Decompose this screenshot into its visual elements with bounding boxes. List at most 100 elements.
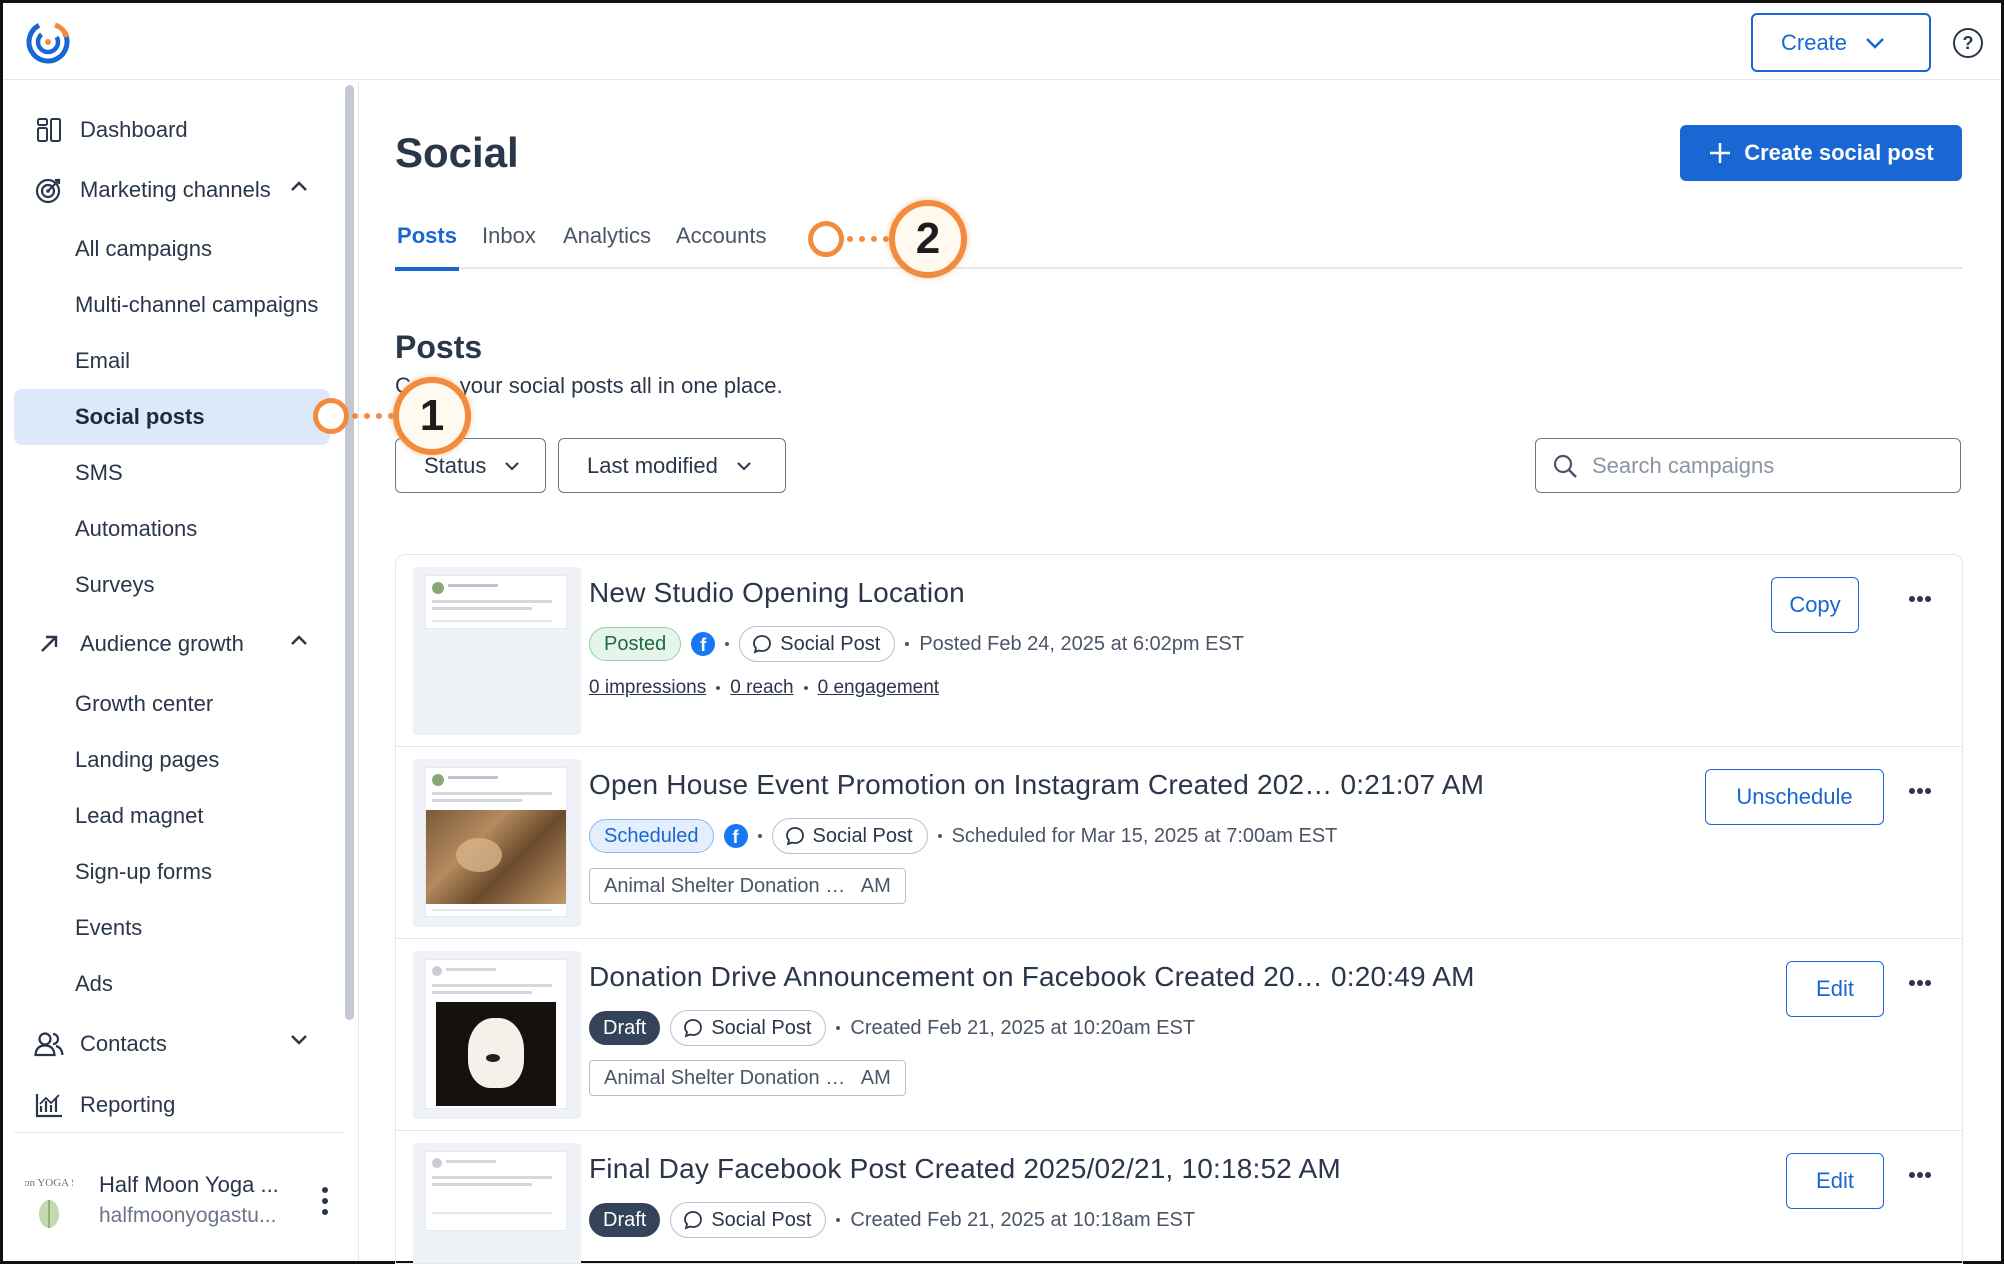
post-thumbnail [413,1143,581,1263]
chevron-down-icon [1866,37,1884,49]
sidebar-item-label: Surveys [75,572,155,597]
post-type-label: Social Post [812,824,913,847]
sidebar-item-automations[interactable]: Automations [14,501,330,557]
sidebar-scrollbar[interactable] [345,85,354,1020]
list-item[interactable]: Final Day Facebook Post Created 2025/02/… [396,1131,1962,1263]
sidebar-item-dashboard[interactable]: Dashboard [14,102,330,158]
chevron-down-icon [291,1035,307,1045]
help-icon[interactable]: ? [1953,28,1983,58]
last-modified-filter-dropdown[interactable]: Last modified [558,438,786,493]
sidebar-item-marketing-channels[interactable]: Marketing channels [14,162,330,218]
tab-label: Inbox [482,223,536,248]
tab-inbox[interactable]: Inbox [482,221,536,269]
tab-analytics[interactable]: Analytics [563,221,651,269]
button-label: Unschedule [1736,784,1853,809]
search-icon [1553,454,1577,478]
callout-marker-2 [808,221,844,257]
create-social-post-button[interactable]: Create social post [1680,125,1962,181]
tab-label: Posts [397,223,457,248]
sidebar-item-surveys[interactable]: Surveys [14,557,330,613]
app-logo-icon[interactable] [25,19,71,65]
list-item[interactable]: New Studio Opening Location Posted f Soc… [396,555,1962,747]
edit-button[interactable]: Edit [1786,1153,1884,1209]
copy-button[interactable]: Copy [1771,577,1859,633]
sidebar-item-all-campaigns[interactable]: All campaigns [14,221,330,277]
sidebar-item-ads[interactable]: Ads [14,956,330,1012]
sidebar-item-reporting[interactable]: Reporting [14,1077,330,1133]
tab-accounts[interactable]: Accounts [676,221,767,269]
sidebar-item-contacts[interactable]: Contacts [14,1016,330,1072]
separator-dot [836,1218,841,1222]
tab-posts[interactable]: Posts [395,221,459,271]
posts-list: New Studio Opening Location Posted f Soc… [395,554,1963,1264]
edit-button[interactable]: Edit [1786,961,1884,1017]
status-badge: Scheduled [589,819,714,853]
post-thumbnail [413,567,581,735]
separator-dot [716,686,721,690]
sidebar-item-label: Multi-channel campaigns [75,292,319,317]
sidebar-item-sms[interactable]: SMS [14,445,330,501]
contacts-icon [34,1029,64,1059]
create-dropdown-button[interactable]: Create [1751,13,1931,72]
post-meta: Scheduled f Social Post Scheduled for Ma… [589,817,1337,855]
post-title[interactable]: New Studio Opening Location [589,577,965,609]
chat-bubble-icon [753,635,772,654]
main-content: Social Create social post Posts Inbox An… [360,81,2001,1264]
post-type-label: Social Post [780,632,881,655]
callout-marker-1 [313,398,349,434]
list-item[interactable]: Open House Event Promotion on Instagram … [396,747,1962,939]
post-title[interactable]: Donation Drive Announcement on Facebook … [589,961,1475,993]
reach-link[interactable]: 0 reach [730,677,793,699]
post-thumbnail [413,759,581,927]
callout-connector-2 [847,236,889,242]
sidebar-item-lead-magnet[interactable]: Lead magnet [14,788,330,844]
sidebar-item-email[interactable]: Email [14,333,330,389]
post-meta: Draft Social Post Created Feb 21, 2025 a… [589,1009,1195,1047]
chat-bubble-icon [684,1211,703,1230]
account-name: Half Moon Yoga ... [99,1172,279,1197]
separator-dot [937,834,942,838]
post-date: Posted Feb 24, 2025 at 6:02pm EST [919,632,1244,655]
chevron-up-icon [291,635,307,645]
more-options-icon[interactable] [1908,1171,1932,1179]
impressions-link[interactable]: 0 impressions [589,677,706,699]
more-options-icon[interactable] [1908,979,1932,987]
chevron-down-icon [737,461,751,470]
search-input[interactable]: Search campaigns [1535,438,1961,493]
dashboard-icon [34,115,64,145]
chevron-down-icon [505,461,520,470]
more-options-icon[interactable] [1908,787,1932,795]
post-type-label: Social Post [711,1208,812,1231]
sidebar-item-sign-up-forms[interactable]: Sign-up forms [14,844,330,900]
list-item[interactable]: Donation Drive Announcement on Facebook … [396,939,1962,1131]
account-switcher[interactable]: Half Moon YOGA STUDIO Half Moon Yoga ...… [25,1158,345,1248]
sidebar-item-label: Contacts [80,1031,167,1056]
kebab-menu-icon[interactable] [321,1186,329,1216]
sidebar-item-label: Reporting [80,1092,176,1117]
engagement-link[interactable]: 0 engagement [818,677,940,699]
post-type-chip: Social Post [670,1010,827,1046]
sidebar-item-audience-growth[interactable]: Audience growth [14,616,330,672]
more-options-icon[interactable] [1908,595,1932,603]
campaign-tag[interactable]: Animal Shelter Donation … AM [589,868,906,904]
create-label: Create [1781,29,1848,55]
sidebar-item-growth-center[interactable]: Growth center [14,676,330,732]
facebook-icon: f [691,632,716,656]
sidebar: Dashboard Marketing channels All campaig… [3,81,359,1261]
post-title[interactable]: Open House Event Promotion on Instagram … [589,769,1484,801]
page-title: Social [395,129,519,176]
sidebar-item-label: Events [75,915,143,940]
unschedule-button[interactable]: Unschedule [1705,769,1884,825]
sidebar-item-events[interactable]: Events [14,900,330,956]
sidebar-item-landing-pages[interactable]: Landing pages [14,732,330,788]
post-type-chip: Social Post [771,818,928,854]
post-type-chip: Social Post [739,626,896,662]
sidebar-item-label: Sign-up forms [75,859,212,884]
sidebar-item-social-posts[interactable]: Social posts [14,389,330,445]
post-title[interactable]: Final Day Facebook Post Created 2025/02/… [589,1153,1341,1185]
target-icon [34,175,64,205]
sidebar-item-multi-channel-campaigns[interactable]: Multi-channel campaigns [14,277,330,333]
callout-connector-1 [352,413,394,419]
campaign-tag[interactable]: Animal Shelter Donation … AM [589,1060,906,1096]
post-type-chip: Social Post [670,1202,827,1238]
